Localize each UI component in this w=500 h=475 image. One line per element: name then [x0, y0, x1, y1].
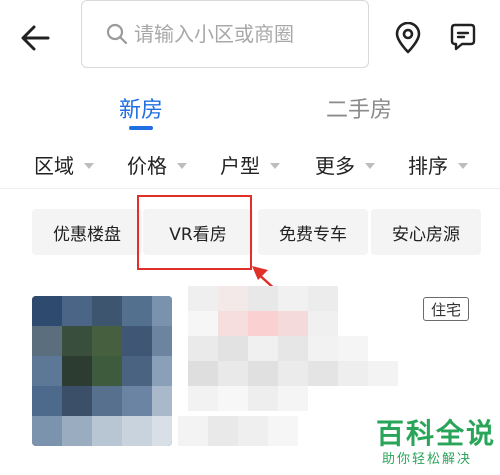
filter-more[interactable]: 更多: [315, 150, 375, 179]
annotation-highlight-box: [137, 195, 252, 270]
message-button[interactable]: [448, 22, 478, 52]
search-icon: [106, 23, 128, 45]
location-button[interactable]: [393, 21, 423, 54]
listing-thumbnail[interactable]: [32, 296, 172, 446]
chip-free-shuttle[interactable]: 免费专车: [258, 209, 368, 255]
filter-sort[interactable]: 排序: [408, 150, 468, 179]
chevron-down-icon: [365, 162, 375, 169]
filter-price[interactable]: 价格: [127, 150, 187, 179]
tab-second-hand[interactable]: 二手房: [326, 92, 392, 124]
back-arrow-icon: [21, 25, 50, 51]
tab-new-homes[interactable]: 新房: [119, 92, 163, 124]
filter-label: 户型: [220, 154, 260, 178]
location-pin-icon: [395, 21, 421, 54]
chevron-down-icon: [177, 162, 187, 169]
filter-layout[interactable]: 户型: [220, 150, 280, 179]
search-input[interactable]: [134, 17, 354, 51]
property-type-badge: 住宅: [423, 297, 469, 321]
watermark-title: 百科全说: [376, 417, 497, 450]
chevron-down-icon: [458, 162, 468, 169]
chevron-down-icon: [84, 162, 94, 169]
chip-discount-projects[interactable]: 优惠楼盘: [32, 209, 142, 255]
filter-area[interactable]: 区域: [34, 150, 94, 179]
filter-label: 区域: [34, 154, 74, 178]
chip-verified-listings[interactable]: 安心房源: [371, 209, 481, 255]
filter-label: 更多: [315, 154, 355, 178]
watermark-subtitle: 助你轻松解决: [382, 452, 473, 467]
divider: [0, 188, 500, 189]
chevron-down-icon: [270, 162, 280, 169]
back-button[interactable]: [18, 20, 54, 56]
filter-label: 排序: [408, 154, 448, 178]
watermark-logo: 百科全说 助你轻松解决: [376, 412, 494, 472]
active-tab-indicator: [129, 126, 153, 130]
search-box[interactable]: [81, 0, 369, 68]
message-icon: [450, 23, 476, 51]
filter-label: 价格: [127, 154, 167, 178]
